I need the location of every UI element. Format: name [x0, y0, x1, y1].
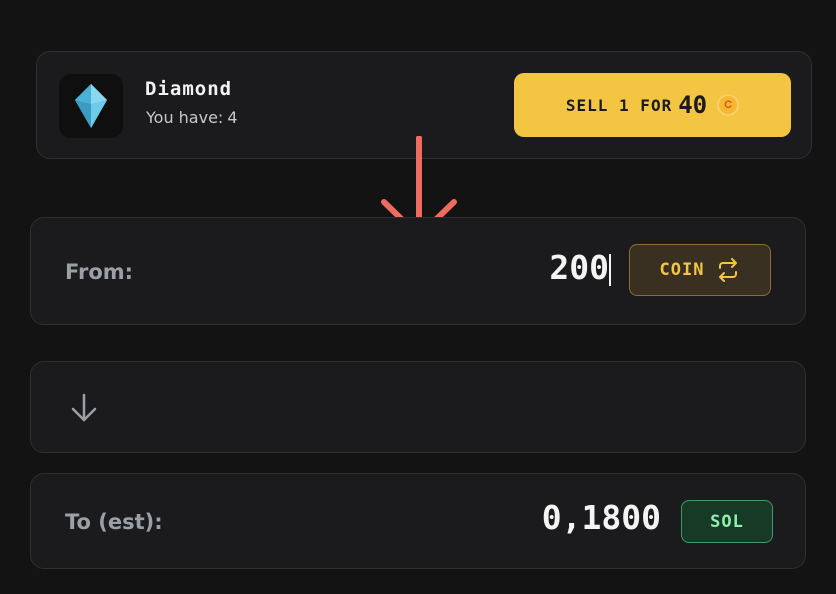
diamond-icon	[75, 84, 107, 128]
currency-toggle-label: COIN	[659, 260, 705, 280]
item-name: Diamond	[145, 78, 233, 100]
text-caret	[609, 254, 611, 286]
item-thumbnail	[59, 74, 123, 138]
to-label: To (est):	[65, 510, 163, 534]
sell-button[interactable]: SELL 1 FOR 40 C	[514, 73, 791, 137]
to-card: To (est): 0,1800 SOL	[30, 473, 806, 569]
to-amount: 0,1800	[541, 498, 661, 537]
sell-button-label: SELL 1 FOR	[565, 95, 673, 115]
target-currency-badge: SOL	[681, 500, 773, 543]
swap-icon	[719, 258, 738, 282]
from-amount-input[interactable]: 200	[409, 248, 609, 287]
item-owned: You have: 4	[146, 108, 238, 127]
item-owned-count: 4	[227, 108, 238, 127]
arrow-down-icon	[71, 393, 97, 422]
currency-toggle-button[interactable]: COIN	[629, 244, 771, 296]
target-currency-label: SOL	[710, 511, 744, 532]
direction-card	[30, 361, 806, 453]
item-owned-label: You have:	[146, 108, 224, 127]
coin-icon: C	[717, 94, 740, 116]
sell-price: 40	[678, 91, 708, 119]
from-card: From: 200 COIN	[30, 217, 806, 325]
from-label: From:	[65, 260, 134, 284]
swap-panel: Diamond You have: 4 SELL 1 FOR 40 C From:…	[0, 0, 836, 594]
